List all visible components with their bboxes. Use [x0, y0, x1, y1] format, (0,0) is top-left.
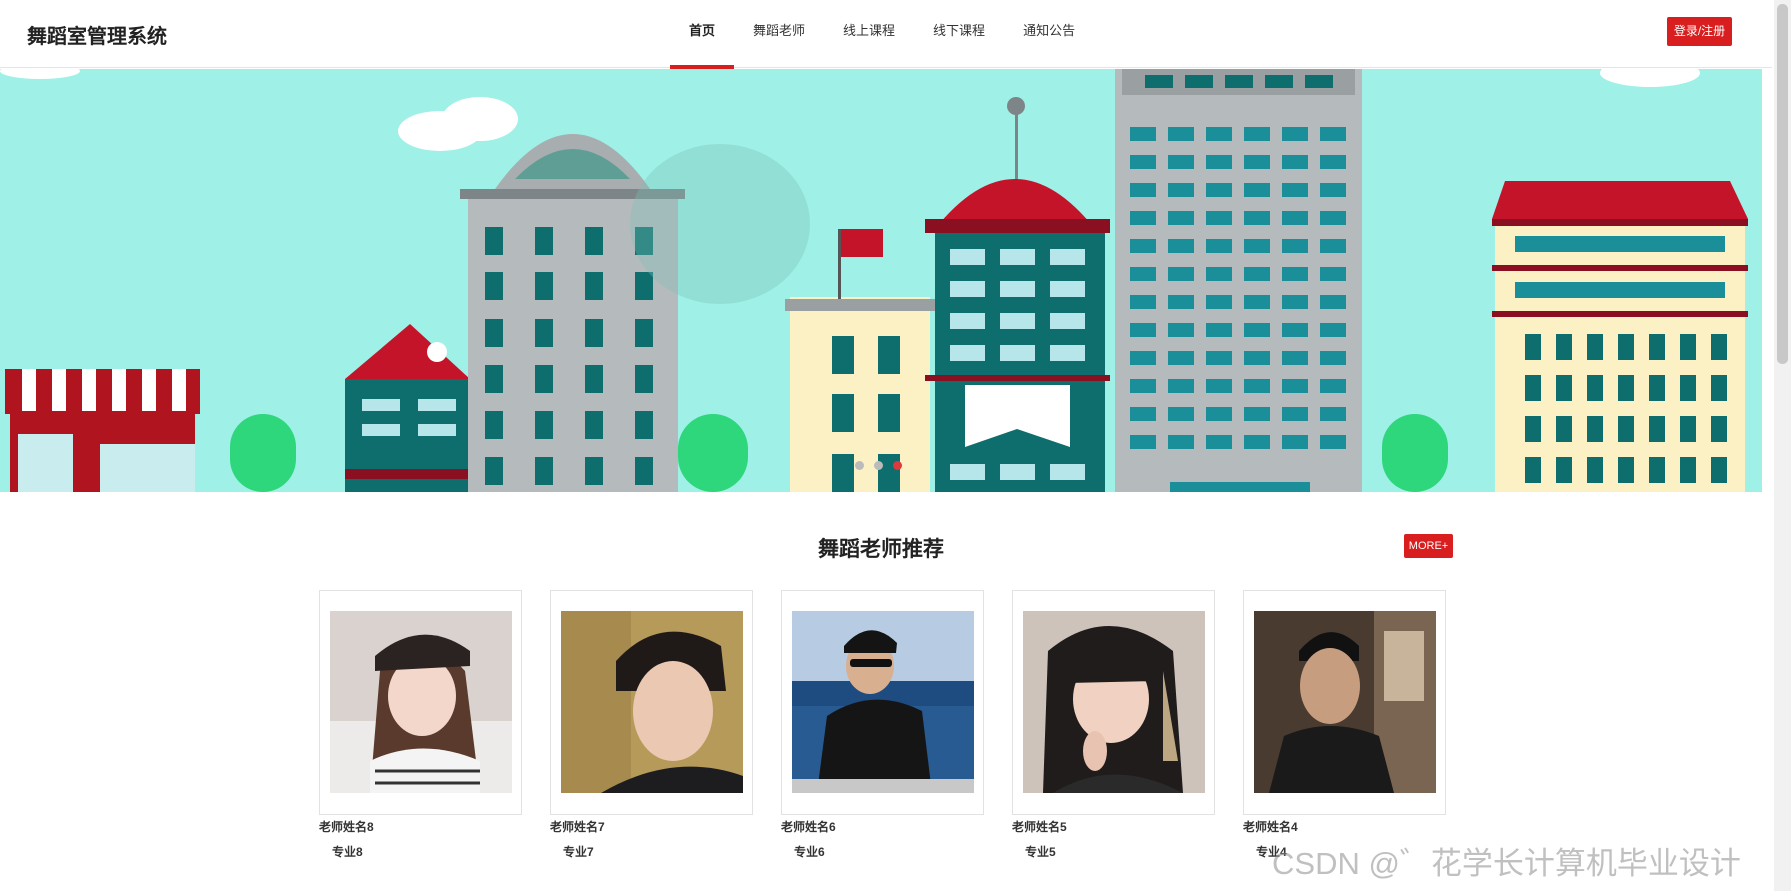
site-title[interactable]: 舞蹈室管理系统 [27, 20, 167, 49]
card-frame [781, 590, 984, 815]
nav-notices[interactable]: 通知公告 [1004, 0, 1094, 68]
teacher-major: 专业6 [794, 845, 825, 859]
carousel-indicators [855, 461, 902, 470]
teacher-card[interactable]: 老师姓名7 专业7 [550, 590, 753, 860]
teacher-photo[interactable] [561, 611, 743, 793]
teacher-major: 专业8 [332, 845, 363, 859]
card-frame [1243, 590, 1446, 815]
teacher-name: 老师姓名4 [1243, 820, 1298, 834]
more-button[interactable]: MORE+ [1404, 534, 1453, 558]
teacher-card[interactable]: 老师姓名6 专业6 [781, 590, 984, 860]
login-register-button[interactable]: 登录/注册 [1667, 17, 1732, 46]
scrollbar-thumb[interactable] [1777, 4, 1788, 364]
teacher-major: 专业5 [1025, 845, 1056, 859]
carousel-dot-3[interactable] [893, 461, 902, 470]
carousel-dot-1[interactable] [855, 461, 864, 470]
teacher-name: 老师姓名5 [1012, 820, 1067, 834]
nav-home[interactable]: 首页 [670, 0, 735, 69]
card-frame [550, 590, 753, 815]
teacher-card[interactable]: 老师姓名5 专业5 [1012, 590, 1215, 860]
teacher-name: 老师姓名8 [319, 820, 374, 834]
nav-online-courses[interactable]: 线上课程 [824, 0, 914, 68]
section-title: 舞蹈老师推荐 [818, 538, 944, 561]
teacher-photo[interactable] [1254, 611, 1436, 793]
teacher-photo[interactable] [330, 611, 512, 793]
teacher-major: 专业7 [563, 845, 594, 859]
card-frame [319, 590, 522, 815]
card-frame [1012, 590, 1215, 815]
teacher-card[interactable]: 老师姓名4 专业4 [1243, 590, 1446, 860]
teacher-photo[interactable] [1023, 611, 1205, 793]
nav-dance-teachers[interactable]: 舞蹈老师 [734, 0, 824, 68]
carousel-dot-2[interactable] [874, 461, 883, 470]
nav-offline-courses[interactable]: 线下课程 [914, 0, 1004, 68]
main-nav: 首页 舞蹈老师 线上课程 线下课程 通知公告 [670, 0, 1094, 69]
teacher-name: 老师姓名7 [550, 820, 605, 834]
teacher-name: 老师姓名6 [781, 820, 836, 834]
teacher-photo[interactable] [792, 611, 974, 793]
csdn-watermark: CSDN @゛花学长计算机毕业设计 [1272, 846, 1741, 881]
top-header: 舞蹈室管理系统 首页 舞蹈老师 线上课程 线下课程 通知公告 登录/注册 [0, 0, 1772, 69]
hero-banner-carousel[interactable] [0, 69, 1762, 492]
city-illustration [0, 69, 1762, 492]
teacher-card[interactable]: 老师姓名8 专业8 [319, 590, 522, 860]
